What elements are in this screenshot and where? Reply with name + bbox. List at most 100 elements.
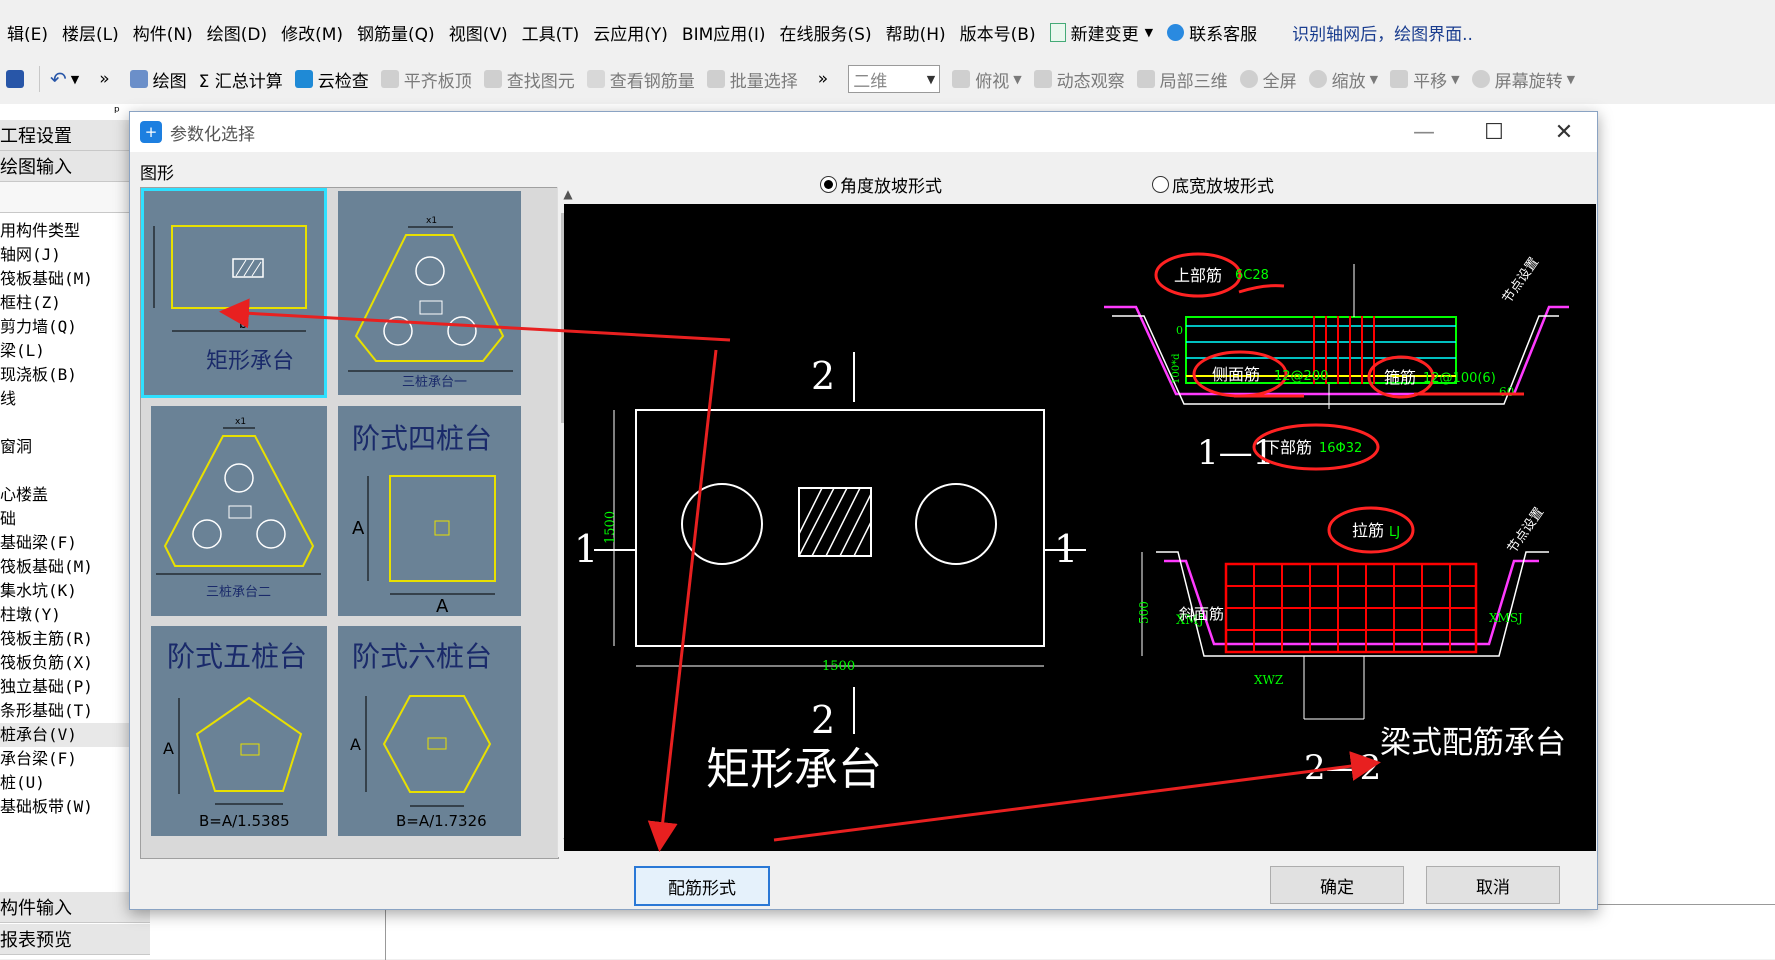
svg-text:矩形承台: 矩形承台 [706, 744, 882, 795]
radio-angle-slope[interactable]: 角度放坡形式 [820, 172, 942, 197]
shape-tile-step-four-pile[interactable]: 阶式四桩台 A A [338, 406, 521, 617]
view-mode-select[interactable]: 二维 ▼ [848, 65, 941, 93]
cloud-check-button[interactable]: 云检查 [289, 67, 375, 92]
menu-modify[interactable]: 修改(M) [274, 20, 350, 45]
tree-item[interactable]: 筏板基础(M) [0, 267, 150, 291]
rebar-form-button[interactable]: 配筋形式 [634, 866, 770, 906]
tree-item[interactable]: 线 [0, 387, 150, 411]
svg-text:节点设置: 节点设置 [1505, 505, 1547, 556]
tree-item[interactable]: 桩(U) [0, 771, 150, 795]
section-drawing-input[interactable]: 绘图输入 [0, 151, 150, 182]
group-label: 图形 [140, 164, 174, 184]
tree-item[interactable]: 筏板主筋(R) [0, 627, 150, 651]
draw-label: 绘图 [152, 71, 187, 92]
menu-tools[interactable]: 工具(T) [515, 20, 587, 45]
minimize-button[interactable]: — [1401, 120, 1447, 145]
radio-width-slope[interactable]: 底宽放坡形式 [1152, 172, 1274, 197]
tree-item[interactable] [0, 459, 150, 483]
fullscreen-button[interactable]: 全屏 [1234, 67, 1303, 92]
tree-item[interactable]: 现浇板(B) [0, 363, 150, 387]
menu-cloud[interactable]: 云应用(Y) [586, 20, 675, 45]
tree-item[interactable]: 框柱(Z) [0, 291, 150, 315]
flat-top-button[interactable]: 平齐板顶 [375, 67, 478, 92]
tree-item[interactable] [0, 411, 150, 435]
tree-item[interactable]: 筏板基础(M) [0, 555, 150, 579]
menu-new-change[interactable]: 新建变更 ▼ [1043, 20, 1160, 45]
local-3d-button[interactable]: 局部三维 [1131, 67, 1234, 92]
menu-contact[interactable]: 联系客服 [1160, 20, 1264, 45]
svg-text:节点设置: 节点设置 [1500, 255, 1542, 306]
radio-angle-label: 角度放坡形式 [840, 177, 942, 197]
canvas-frame [385, 904, 1775, 960]
section-component-input[interactable]: 构件输入 [0, 892, 150, 923]
svg-text:1—1: 1—1 [1197, 433, 1274, 473]
annotation-label: 梁式配筋承台 [1380, 725, 1566, 761]
menu-draw[interactable]: 绘图(D) [200, 20, 274, 45]
toolbar-overflow-button[interactable]: » [85, 69, 123, 89]
svg-text:2—2: 2—2 [1304, 748, 1381, 788]
view-rebar-button[interactable]: 查看钢筋量 [581, 67, 701, 92]
top-view-button[interactable]: 俯视 ▼ [946, 67, 1027, 92]
undo-button[interactable]: ↶ ▼ [44, 67, 85, 91]
view-mode-value: 二维 [853, 71, 888, 92]
menu-floor[interactable]: 楼层(L) [55, 20, 126, 45]
menu-component[interactable]: 构件(N) [126, 20, 200, 45]
shape-tile-three-pile-2[interactable]: x1 三桩承台二 [151, 406, 327, 616]
rotate-screen-button[interactable]: 屏幕旋转 ▼ [1466, 67, 1581, 92]
maximize-button[interactable]: ☐ [1471, 120, 1517, 145]
shape-tile-step-five-pile[interactable]: 阶式五桩台 A B=A/1.5385 [151, 626, 327, 836]
svg-text:x1: x1 [235, 417, 246, 427]
tree-item[interactable]: 承台梁(F) [0, 747, 150, 771]
tree-item[interactable]: 心楼盖 [0, 483, 150, 507]
svg-text:x1: x1 [426, 216, 437, 226]
menu-edit[interactable]: 辑(E) [0, 20, 55, 45]
tree-item[interactable]: 窗洞 [0, 435, 150, 459]
dialog-title: 参数化选择 [170, 124, 255, 145]
rebar-icon [586, 70, 605, 88]
tree-item[interactable]: 基础梁(F) [0, 531, 150, 555]
zoom-button[interactable]: 缩放 ▼ [1303, 67, 1384, 92]
close-button[interactable]: ✕ [1541, 120, 1587, 145]
menu-bim[interactable]: BIM应用(I) [675, 20, 773, 45]
menu-help[interactable]: 帮助(H) [879, 20, 953, 45]
shape-tile-rect-cap[interactable]: b 矩形承台 [141, 188, 327, 398]
svg-text:2: 2 [811, 354, 835, 398]
draw-button[interactable]: 绘图 [124, 67, 193, 92]
toolbar-overflow-button-2[interactable]: » [804, 69, 842, 89]
section-report-preview[interactable]: 报表预览 [0, 924, 150, 955]
menu-rebar-qty[interactable]: 钢筋量(Q) [350, 20, 442, 45]
tree-item[interactable]: 梁(L) [0, 339, 150, 363]
find-element-button[interactable]: 查找图元 [478, 67, 581, 92]
tree-item[interactable]: 础 [0, 507, 150, 531]
tree-item[interactable]: 剪力墙(Q) [0, 315, 150, 339]
section-project-settings[interactable]: 工程设置 [0, 120, 150, 151]
svg-text:A: A [352, 518, 365, 539]
tree-item[interactable]: 柱墩(Y) [0, 603, 150, 627]
svg-text:1500: 1500 [822, 659, 855, 674]
tree-item[interactable]: 轴网(J) [0, 243, 150, 267]
sum-calc-button[interactable]: Σ 汇总计算 [193, 67, 289, 92]
ok-button[interactable]: 确定 [1270, 866, 1404, 904]
dynamic-view-button[interactable]: 动态观察 [1028, 67, 1131, 92]
tree-item[interactable]: 独立基础(P) [0, 675, 150, 699]
panel-pin-icon[interactable]: ᵖ [0, 104, 150, 120]
svg-text:箍筋: 箍筋 [1384, 368, 1416, 387]
dialog-titlebar[interactable]: + 参数化选择 — ☐ ✕ [130, 112, 1597, 152]
tree-item[interactable]: 集水坑(K) [0, 579, 150, 603]
tree-item[interactable]: 基础板带(W) [0, 795, 150, 819]
tree-item[interactable]: 桩承台(V) [0, 723, 150, 747]
shape-tile-step-six-pile[interactable]: 阶式六桩台 A B=A/1.7326 [338, 626, 521, 836]
tree-item[interactable]: 筏板负筋(X) [0, 651, 150, 675]
tree-item[interactable]: 用构件类型 [0, 219, 150, 243]
menu-view[interactable]: 视图(V) [442, 20, 515, 45]
batch-select-icon [706, 70, 725, 88]
batch-select-button[interactable]: 批量选择 [701, 67, 804, 92]
pan-button[interactable]: 平移 ▼ [1384, 67, 1465, 92]
rotate-screen-label: 屏幕旋转 [1494, 71, 1563, 92]
tree-item[interactable]: 条形基础(T) [0, 699, 150, 723]
save-button[interactable] [0, 70, 35, 88]
menu-version[interactable]: 版本号(B) [953, 20, 1043, 45]
menu-online[interactable]: 在线服务(S) [773, 20, 879, 45]
shape-tile-three-pile-1[interactable]: x1 三桩承台一 [338, 191, 521, 395]
cancel-button[interactable]: 取消 [1426, 866, 1560, 904]
